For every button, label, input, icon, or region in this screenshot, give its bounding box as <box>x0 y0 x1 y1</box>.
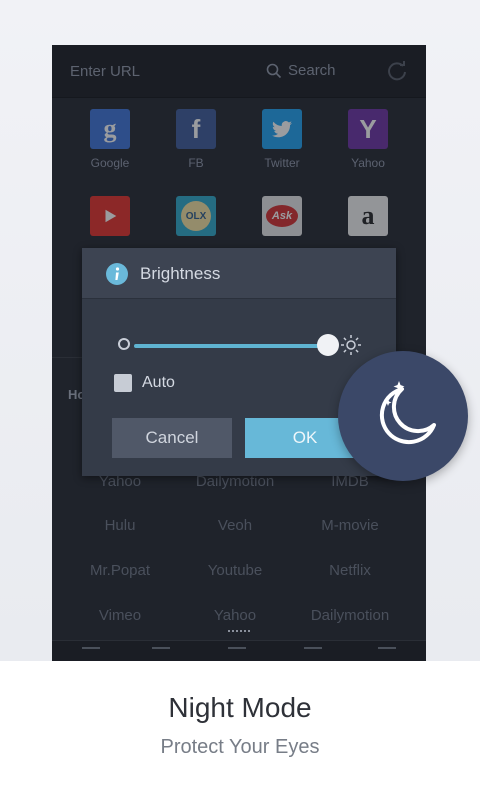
olx-logo-text: OLX <box>181 201 211 231</box>
olx-icon: OLX <box>176 196 216 236</box>
quick-link-olx[interactable]: OLX <box>166 196 226 236</box>
back-icon[interactable] <box>82 647 100 659</box>
brightness-slider-handle[interactable] <box>317 334 339 356</box>
url-input[interactable]: Enter URL <box>70 63 140 80</box>
tabs-icon[interactable] <box>304 647 322 659</box>
moon-stars-icon <box>379 381 436 445</box>
google-icon: g <box>90 109 130 149</box>
site-link[interactable]: Dailymotion <box>288 607 412 624</box>
site-link[interactable]: Veoh <box>173 517 297 534</box>
quick-link-fb[interactable]: f FB <box>166 109 226 170</box>
cancel-button[interactable]: Cancel <box>112 418 232 458</box>
search-icon <box>266 63 282 78</box>
feature-title: Night Mode <box>168 692 312 723</box>
quick-link-twitter[interactable]: Twitter <box>252 109 312 170</box>
auto-label: Auto <box>142 374 175 391</box>
quick-link-youtube[interactable] <box>80 196 140 236</box>
night-mode-badge <box>338 351 468 481</box>
quick-link-ask[interactable]: Ask <box>252 196 312 236</box>
search-label: Search <box>288 62 336 79</box>
youtube-icon <box>90 196 130 236</box>
brightness-slider[interactable] <box>134 344 326 348</box>
quick-link-google[interactable]: g Google <box>80 109 140 170</box>
search-button[interactable]: Search <box>266 62 336 79</box>
site-link[interactable]: Vimeo <box>58 607 182 624</box>
quick-link-label: Google <box>90 156 130 170</box>
quick-link-yahoo[interactable]: Y Yahoo <box>338 109 398 170</box>
caption-panel <box>0 661 480 800</box>
facebook-icon: f <box>176 109 216 149</box>
quick-link-label: Yahoo <box>351 156 385 170</box>
menu-icon[interactable] <box>228 647 246 659</box>
dialog-title: Brightness <box>140 264 221 283</box>
bottom-toolbar <box>52 640 426 661</box>
site-link[interactable]: Netflix <box>288 562 412 579</box>
ask-logo-text: Ask <box>266 205 298 227</box>
site-link[interactable]: M-movie <box>288 517 412 534</box>
site-link[interactable]: Yahoo <box>173 607 297 624</box>
page-indicator <box>228 630 250 635</box>
auto-checkbox[interactable] <box>114 374 132 392</box>
address-bar: Enter URL Search <box>52 45 426 98</box>
dialog-header: Brightness <box>82 248 396 299</box>
feature-subtitle: Protect Your Eyes <box>160 736 320 758</box>
site-link[interactable]: Youtube <box>173 562 297 579</box>
refresh-icon[interactable] <box>386 60 408 82</box>
brightness-low-icon <box>118 338 130 350</box>
yahoo-icon: Y <box>348 109 388 149</box>
forward-icon[interactable] <box>152 647 170 659</box>
quick-link-label: FB <box>188 156 204 170</box>
brightness-high-icon <box>341 335 361 355</box>
quick-link-amazon[interactable]: a <box>338 196 398 236</box>
twitter-icon <box>262 109 302 149</box>
site-link[interactable]: Mr.Popat <box>58 562 182 579</box>
quick-link-label: Twitter <box>264 156 300 170</box>
site-link[interactable]: Hulu <box>58 517 182 534</box>
home-icon[interactable] <box>378 647 396 659</box>
info-icon <box>106 263 128 285</box>
ask-icon: Ask <box>262 196 302 236</box>
amazon-icon: a <box>348 196 388 236</box>
